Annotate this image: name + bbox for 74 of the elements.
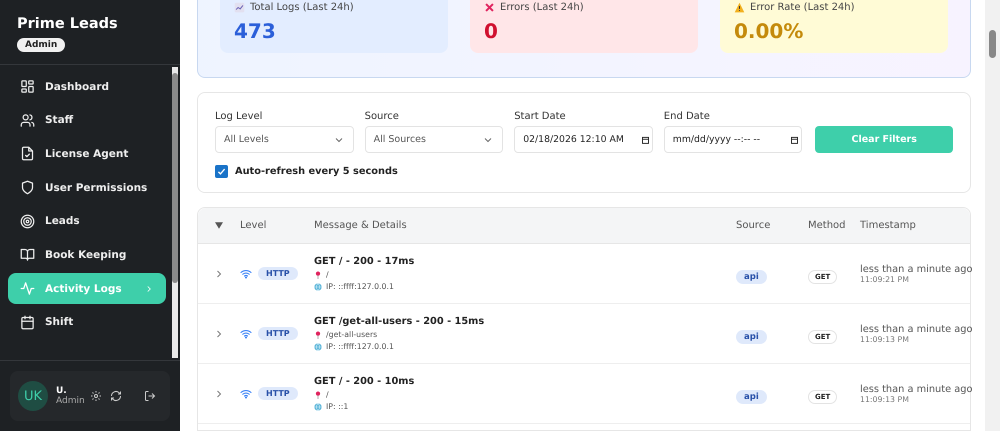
field-label: End Date — [664, 111, 711, 122]
log-message: GET /get-all-users - 200 - 15ms — [314, 316, 486, 327]
column-header: Message & Details — [314, 220, 407, 231]
cross-icon — [484, 2, 495, 13]
relative-time: less than a minute ago — [860, 264, 970, 274]
calendar-icon[interactable] — [790, 134, 800, 144]
calendar-icon — [20, 314, 35, 330]
scrollbar-thumb[interactable] — [989, 30, 996, 58]
shield-icon — [20, 180, 35, 196]
level-badge: HTTP — [258, 327, 298, 340]
field-label: Log Level — [215, 111, 264, 122]
settings-icon[interactable] — [90, 390, 102, 402]
log-message: GET / - 200 - 17ms — [314, 256, 416, 267]
field-label: Source — [364, 111, 400, 122]
target-icon — [20, 214, 35, 229]
sidebar-item[interactable]: Dashboard — [8, 71, 166, 102]
date-field[interactable]: 02/18/2026 12:10 AM — [514, 126, 653, 153]
stat-label: Errors (Last 24h) — [500, 2, 584, 13]
pin-icon — [314, 270, 322, 278]
sidebar-item[interactable]: Shift — [8, 306, 166, 338]
sidebar-item[interactable]: Book Keeping — [8, 239, 166, 270]
checkbox[interactable] — [215, 165, 228, 178]
calendar-icon[interactable] — [640, 134, 650, 144]
column-header: Level — [240, 220, 266, 231]
stat-value: 0.00% — [734, 19, 804, 43]
level-badge: HTTP — [258, 387, 298, 400]
column-header: Method — [808, 220, 846, 231]
sidebar-item[interactable]: Staff — [8, 104, 166, 136]
globe-icon — [314, 402, 322, 410]
stat-value: 473 — [234, 19, 277, 43]
globe-icon — [314, 282, 322, 290]
book-icon — [20, 247, 35, 262]
pin-icon — [314, 390, 322, 398]
scrollbar-thumb[interactable] — [172, 73, 178, 283]
logout-icon[interactable] — [144, 390, 156, 402]
sidebar-item[interactable]: Leads — [8, 206, 166, 237]
relative-time: less than a minute ago — [860, 384, 970, 394]
sidebar-item[interactable]: User Permissions — [8, 172, 166, 204]
stat-label: Error Rate (Last 24h) — [750, 2, 855, 13]
column-header: Timestamp — [860, 220, 916, 231]
pin-icon — [314, 330, 322, 338]
source-badge: api — [736, 330, 767, 344]
sort-icon[interactable] — [215, 222, 223, 229]
chart-icon — [234, 2, 245, 13]
source-badge: api — [736, 270, 767, 284]
globe-icon — [314, 342, 322, 350]
stat-label: Total Logs (Last 24h) — [250, 2, 354, 13]
document-icon — [20, 146, 35, 162]
user-name: U. — [56, 386, 68, 396]
pulse-icon — [20, 281, 35, 296]
user-avatar: UK — [18, 381, 48, 411]
level-badge: HTTP — [258, 267, 298, 280]
relative-time: less than a minute ago — [860, 324, 970, 334]
field-label: Start Date — [514, 111, 567, 122]
wifi-icon — [240, 388, 252, 398]
select-field[interactable]: All Levels — [215, 126, 354, 153]
check-icon — [216, 166, 227, 177]
log-message: GET / - 200 - 10ms — [314, 376, 416, 387]
column-header: Source — [736, 220, 770, 231]
date-field[interactable]: mm/dd/yyyy --:-- -- — [664, 126, 802, 153]
warning-icon — [734, 2, 745, 13]
source-badge: api — [736, 390, 767, 404]
checkbox-label: Auto-refresh every 5 seconds — [235, 166, 398, 177]
wifi-icon — [240, 268, 252, 278]
wifi-icon — [240, 328, 252, 338]
sidebar-item[interactable]: License Agent — [8, 138, 166, 170]
brand-title: Prime Leads — [17, 16, 119, 32]
user-role: Admin — [56, 396, 82, 406]
users-icon — [20, 112, 35, 128]
select-field[interactable]: All Sources — [364, 126, 504, 153]
stat-value: 0 — [484, 19, 499, 43]
grid-icon — [20, 79, 35, 94]
role-badge: Admin — [17, 38, 66, 52]
refresh-icon[interactable] — [110, 390, 122, 402]
